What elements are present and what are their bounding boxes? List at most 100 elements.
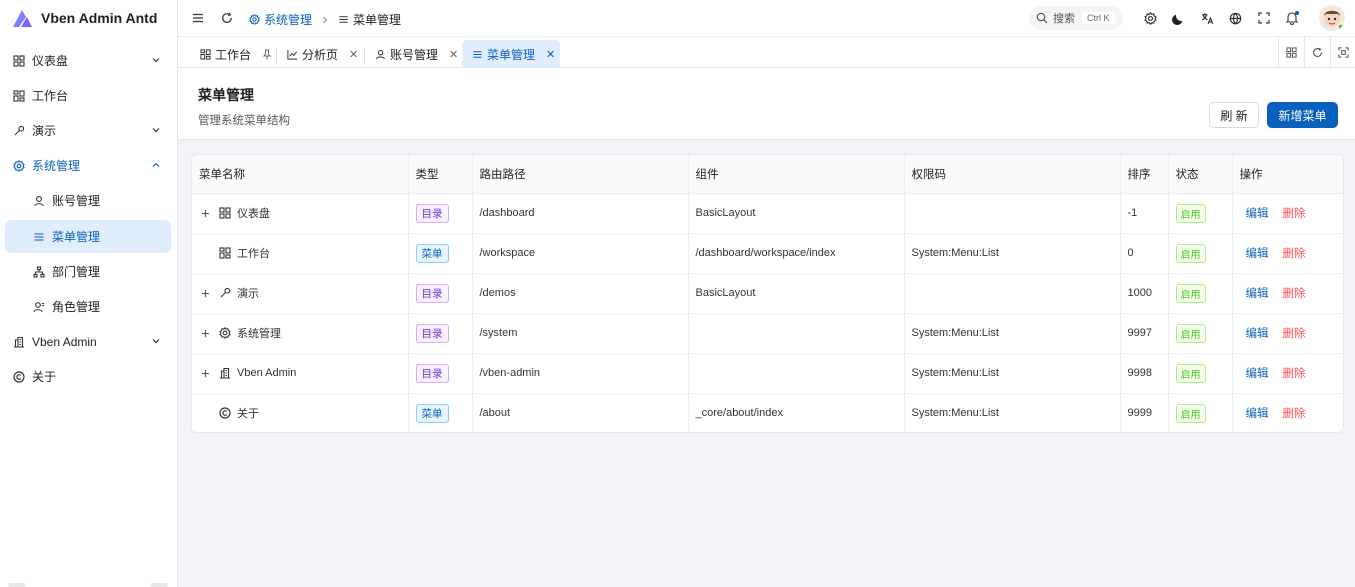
status-badge: 启用: [1175, 203, 1206, 223]
cell-type: 目录: [408, 193, 473, 234]
expand-plus-icon[interactable]: [199, 289, 212, 298]
tab-grid-menu-button[interactable]: [1278, 37, 1304, 67]
cell-type: 菜单: [408, 233, 473, 274]
column-header[interactable]: 排序: [1120, 155, 1169, 194]
gear-icon: [249, 14, 260, 25]
copyright-icon: [12, 370, 26, 384]
column-header[interactable]: 操作: [1232, 155, 1343, 194]
settings-gear-icon[interactable]: [1142, 10, 1158, 26]
cell-component: [688, 353, 905, 394]
expand-plus-icon[interactable]: [199, 369, 212, 378]
chevron-right-icon: [321, 16, 329, 24]
pin-icon[interactable]: [262, 49, 272, 60]
cell-order: 9999: [1120, 393, 1169, 432]
tab-maximize-button[interactable]: [1330, 37, 1355, 67]
refresh-icon[interactable]: [220, 11, 234, 25]
add-menu-button[interactable]: 新增菜单: [1267, 102, 1338, 128]
edit-link[interactable]: 编辑: [1246, 288, 1269, 300]
cell-type: 目录: [408, 353, 473, 394]
menu-toggle-icon[interactable]: [191, 11, 205, 25]
sidebar-item-workbench[interactable]: 工作台: [5, 79, 171, 112]
cell-type: 目录: [408, 273, 473, 314]
sidebar-item-menu[interactable]: 菜单管理: [5, 220, 171, 253]
cell-order: 0: [1120, 233, 1169, 274]
tab-label: 工作台: [215, 47, 252, 62]
theme-globe-icon[interactable]: [1227, 10, 1243, 26]
table-row: 仪表盘 目录/dashboard BasicLayout -1 启用 编辑 删除: [192, 193, 1343, 234]
org-chart-icon: [32, 265, 46, 279]
breadcrumb-item-menu[interactable]: 菜单管理: [353, 11, 401, 28]
column-header[interactable]: 类型: [408, 155, 473, 194]
fullscreen-icon[interactable]: [1256, 10, 1272, 26]
sidebar-item-role[interactable]: 角色管理: [5, 290, 171, 323]
sidebar-item-vben-admin[interactable]: Vben Admin: [5, 325, 171, 358]
type-tag: 目录: [415, 363, 449, 383]
delete-link[interactable]: 删除: [1283, 328, 1306, 340]
delete-link[interactable]: 删除: [1283, 408, 1306, 420]
close-icon[interactable]: ✕: [546, 48, 555, 61]
cell-order: 9998: [1120, 353, 1169, 394]
column-header[interactable]: 状态: [1168, 155, 1233, 194]
delete-link[interactable]: 删除: [1283, 248, 1306, 260]
menu-list-icon: [472, 49, 483, 60]
search-icon: [1036, 12, 1048, 24]
cell-permission: System:Menu:List: [904, 353, 1121, 394]
column-header[interactable]: 路由路径: [472, 155, 689, 194]
cell-path: /workspace: [472, 233, 689, 274]
search-box[interactable]: 搜索 Ctrl K: [1029, 6, 1123, 30]
refresh-button[interactable]: 刷 新: [1209, 102, 1259, 128]
cell-permission: System:Menu:List: [904, 393, 1121, 432]
column-header[interactable]: 菜单名称: [192, 155, 409, 194]
tab-refresh-button[interactable]: [1304, 37, 1330, 67]
status-badge: 启用: [1175, 323, 1206, 343]
sidebar-item-about[interactable]: 关于: [5, 360, 171, 393]
cell-component: [688, 313, 905, 354]
cell-status: 启用: [1168, 233, 1233, 274]
edit-link[interactable]: 编辑: [1246, 248, 1269, 260]
expand-plus-icon[interactable]: [199, 329, 212, 338]
user-icon: [32, 194, 46, 208]
translate-icon[interactable]: [1199, 10, 1215, 26]
edit-link[interactable]: 编辑: [1246, 208, 1269, 220]
avatar[interactable]: [1319, 5, 1345, 31]
status-badge: 启用: [1175, 283, 1206, 303]
expand-plus-icon[interactable]: [199, 209, 212, 218]
cell-order: 9997: [1120, 313, 1169, 354]
edit-link[interactable]: 编辑: [1246, 408, 1269, 420]
type-tag: 目录: [415, 323, 449, 343]
delete-link[interactable]: 删除: [1283, 208, 1306, 220]
edit-link[interactable]: 编辑: [1246, 328, 1269, 340]
sidebar-collapse-handle[interactable]: [8, 583, 26, 587]
cell-name: 关于: [192, 393, 409, 432]
sidebar-item-demos[interactable]: 演示: [5, 114, 171, 147]
logo[interactable]: Vben Admin Antd: [0, 0, 177, 36]
edit-link[interactable]: 编辑: [1246, 368, 1269, 380]
close-icon[interactable]: ✕: [349, 48, 358, 61]
delete-link[interactable]: 删除: [1283, 288, 1306, 300]
sidebar-item-dept[interactable]: 部门管理: [5, 255, 171, 288]
tab-label: 菜单管理: [487, 47, 536, 62]
tab-workbench[interactable]: 工作台: [190, 40, 272, 68]
sidebar-item-label: 系统管理: [32, 159, 81, 173]
notification-bell-icon[interactable]: [1284, 10, 1300, 26]
type-tag: 菜单: [415, 403, 449, 423]
sidebar-item-dashboard[interactable]: 仪表盘: [5, 44, 171, 77]
tab-analytics[interactable]: 分析页 ✕: [277, 40, 358, 68]
delete-link[interactable]: 删除: [1283, 368, 1306, 380]
breadcrumb-item-system[interactable]: 系统管理: [264, 11, 312, 28]
tab-menu-management[interactable]: 菜单管理 ✕: [462, 40, 560, 68]
tab-label: 账号管理: [390, 47, 439, 62]
close-icon[interactable]: ✕: [449, 48, 458, 61]
sidebar-fixed-handle[interactable]: [150, 583, 168, 587]
gear-icon: [12, 159, 26, 173]
cell-path: /vben-admin: [472, 353, 689, 394]
column-header[interactable]: 权限码: [904, 155, 1121, 194]
sidebar-item-system[interactable]: 系统管理: [5, 149, 171, 182]
copyright-icon: [218, 407, 231, 420]
column-header[interactable]: 组件: [688, 155, 905, 194]
sidebar-item-label: 部门管理: [52, 265, 101, 279]
sidebar-item-account[interactable]: 账号管理: [5, 184, 171, 217]
dark-mode-moon-icon[interactable]: [1170, 10, 1186, 26]
tab-account[interactable]: 账号管理 ✕: [365, 40, 458, 68]
cell-name: 系统管理: [192, 313, 409, 354]
